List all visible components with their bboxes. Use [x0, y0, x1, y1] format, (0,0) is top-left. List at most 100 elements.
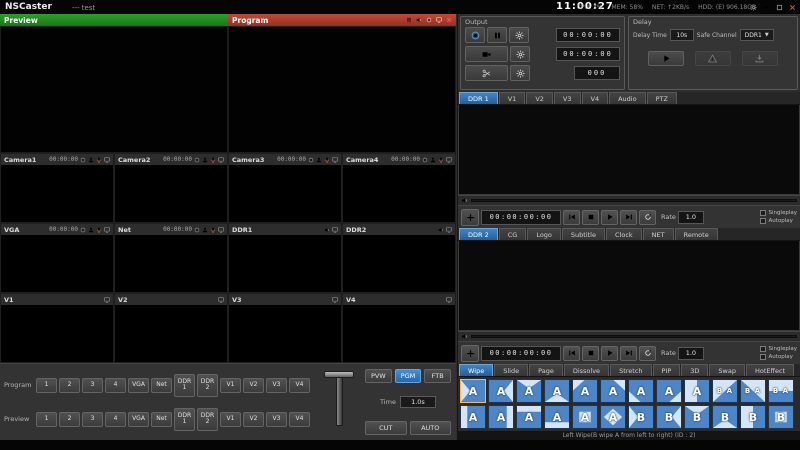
- t-bar[interactable]: [316, 368, 362, 436]
- program-bus-ddr1[interactable]: DDR 1: [174, 374, 195, 397]
- record-gear-icon[interactable]: [446, 17, 452, 23]
- tab-ptz[interactable]: PTZ: [647, 92, 677, 104]
- tab-wipe[interactable]: Wipe: [459, 364, 493, 376]
- prev-button[interactable]: [563, 210, 580, 225]
- source-cell-vga[interactable]: VGA 00:00:00: [0, 223, 114, 293]
- source-thumbnail[interactable]: [229, 235, 341, 292]
- source-cell-camera3[interactable]: Camera3 00:00:00: [228, 153, 342, 223]
- source-thumbnail[interactable]: [343, 165, 455, 222]
- tab-swap[interactable]: Swap: [709, 364, 745, 376]
- mic-icon[interactable]: [96, 157, 102, 163]
- source-thumbnail[interactable]: [1, 165, 113, 222]
- volume-track[interactable]: [471, 199, 797, 202]
- speaker-icon[interactable]: [438, 227, 444, 233]
- tab-logo[interactable]: Logo: [527, 228, 561, 240]
- program-bus-vga[interactable]: VGA: [128, 378, 149, 393]
- source-thumbnail[interactable]: [343, 235, 455, 292]
- preview-bus-ddr1[interactable]: DDR 1: [174, 408, 195, 431]
- transition-tile[interactable]: B: [740, 405, 766, 429]
- ftb-button[interactable]: FTB: [424, 369, 451, 383]
- add-media-button[interactable]: [461, 209, 479, 226]
- monitor-icon[interactable]: [218, 227, 224, 233]
- source-thumbnail[interactable]: [115, 165, 227, 222]
- play-button[interactable]: [601, 210, 618, 225]
- transition-tile[interactable]: A: [628, 379, 654, 403]
- delay-warning-button[interactable]: [695, 51, 731, 66]
- close-button[interactable]: [787, 2, 797, 12]
- pause-button[interactable]: [487, 27, 507, 43]
- play-button[interactable]: [601, 346, 618, 361]
- target-icon[interactable]: [308, 157, 314, 163]
- tab-stretch[interactable]: Stretch: [610, 364, 651, 376]
- monitor-icon[interactable]: [104, 297, 110, 303]
- source-cell-camera4[interactable]: Camera4 00:00:00: [342, 153, 456, 223]
- transition-tile[interactable]: B: [768, 405, 794, 429]
- target-icon[interactable]: [80, 157, 86, 163]
- mic-icon[interactable]: [210, 157, 216, 163]
- tab-subtitle[interactable]: Subtitle: [562, 228, 605, 240]
- preview-bus-1[interactable]: 1: [36, 412, 57, 427]
- transition-tile[interactable]: B: [656, 405, 682, 429]
- source-cell-v4[interactable]: V4: [342, 293, 456, 363]
- maximize-button[interactable]: [774, 2, 784, 12]
- transition-tile[interactable]: A: [684, 379, 710, 403]
- source-cell-camera1[interactable]: Camera1 00:00:00: [0, 153, 114, 223]
- monitor-icon[interactable]: [104, 227, 110, 233]
- tab-dissolve[interactable]: Dissolve: [564, 364, 609, 376]
- source-thumbnail[interactable]: [229, 165, 341, 222]
- transition-tile[interactable]: B A: [768, 379, 794, 403]
- tab-net[interactable]: NET: [643, 228, 674, 240]
- source-cell-net[interactable]: Net 00:00:00: [114, 223, 228, 293]
- ddr1-playlist[interactable]: [458, 105, 800, 195]
- minimize-button[interactable]: [761, 2, 771, 12]
- tab-slide[interactable]: Slide: [494, 364, 528, 376]
- time-value[interactable]: 1.0s: [400, 396, 436, 408]
- source-thumbnail[interactable]: [229, 305, 341, 362]
- source-thumbnail[interactable]: [115, 305, 227, 362]
- autoplay-checkbox[interactable]: Autoplay: [760, 354, 797, 360]
- tab-3d[interactable]: 3D: [681, 364, 708, 376]
- transition-tile[interactable]: A: [600, 405, 626, 429]
- delay-time-input[interactable]: 10s: [670, 29, 694, 41]
- monitor-icon[interactable]: [218, 157, 224, 163]
- target-icon[interactable]: [194, 227, 200, 233]
- tab-v2[interactable]: V2: [526, 92, 553, 104]
- program-bus-ddr2[interactable]: DDR 2: [197, 374, 218, 397]
- program-bus-3[interactable]: 3: [82, 378, 103, 393]
- person-icon[interactable]: [430, 157, 436, 163]
- singleplay-checkbox[interactable]: Singleplay: [760, 346, 797, 352]
- monitor-icon[interactable]: [218, 297, 224, 303]
- source-cell-ddr1[interactable]: DDR1: [228, 223, 342, 293]
- transition-tile[interactable]: A: [516, 379, 542, 403]
- preview-bus-4[interactable]: 4: [105, 412, 126, 427]
- next-button[interactable]: [620, 346, 637, 361]
- record-settings-button[interactable]: [509, 27, 529, 43]
- transition-tile[interactable]: B: [684, 405, 710, 429]
- rate-input[interactable]: 1.0: [678, 347, 704, 360]
- transition-tile[interactable]: A: [488, 405, 514, 429]
- preview-bus-3[interactable]: 3: [82, 412, 103, 427]
- loop-button[interactable]: [639, 346, 656, 361]
- transition-tile[interactable]: A: [460, 405, 486, 429]
- pgm-button[interactable]: PGM: [395, 369, 422, 383]
- source-cell-v1[interactable]: V1: [0, 293, 114, 363]
- loop-button[interactable]: [639, 210, 656, 225]
- singleplay-checkbox[interactable]: Singleplay: [760, 210, 797, 216]
- source-cell-camera2[interactable]: Camera2 00:00:00: [114, 153, 228, 223]
- speaker-icon[interactable]: [461, 197, 468, 204]
- rate-input[interactable]: 1.0: [678, 211, 704, 224]
- transition-tile[interactable]: A: [488, 379, 514, 403]
- transition-tile[interactable]: A: [460, 379, 486, 403]
- next-button[interactable]: [620, 210, 637, 225]
- settings-button[interactable]: [748, 2, 758, 12]
- monitor-icon[interactable]: [446, 157, 452, 163]
- transition-tile[interactable]: A: [516, 405, 542, 429]
- person-icon[interactable]: [88, 157, 94, 163]
- target-icon[interactable]: [426, 17, 432, 23]
- cut-button[interactable]: CUT: [365, 421, 407, 435]
- monitor-icon[interactable]: [332, 297, 338, 303]
- tab-v1[interactable]: V1: [499, 92, 526, 104]
- mic-icon[interactable]: [324, 157, 330, 163]
- alert-icon[interactable]: [406, 17, 412, 23]
- source-cell-v2[interactable]: V2: [114, 293, 228, 363]
